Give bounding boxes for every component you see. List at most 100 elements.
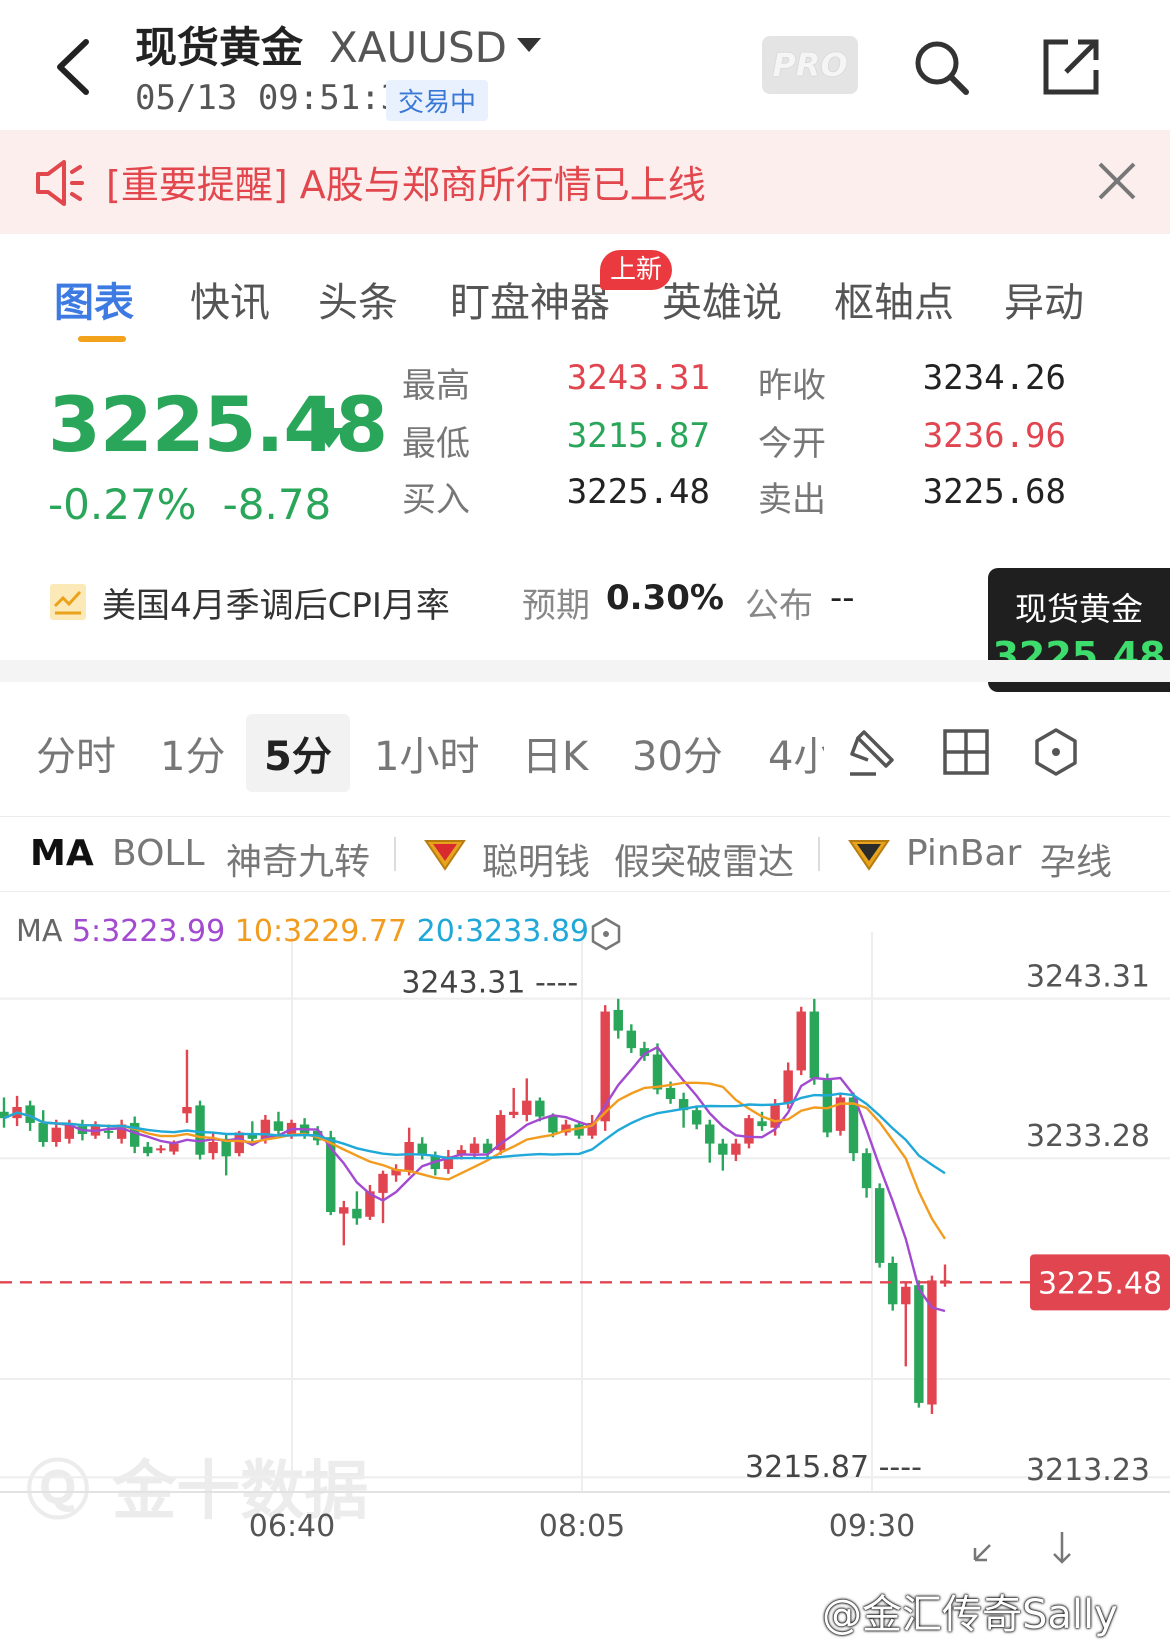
indicator-separator: [394, 837, 396, 871]
notice-text: [重要提醒] A股与郑商所行情已上线: [106, 163, 706, 207]
gem-icon: [848, 840, 890, 871]
tab-pivot-points[interactable]: 枢轴点: [834, 270, 954, 328]
ma-legend-label: MA: [16, 914, 63, 949]
ask-value: 3225.68: [922, 472, 1066, 512]
low-annotation: 3215.87 ----: [745, 1450, 922, 1485]
collapse-arrow-icon: [973, 1544, 991, 1562]
instrument-title[interactable]: 现货黄金 XAUUSD: [135, 14, 542, 75]
period-1m[interactable]: 1分: [160, 724, 225, 782]
candle-body: [757, 1121, 767, 1127]
tab-heroes[interactable]: 英雄说: [662, 270, 782, 328]
scroll-down-arrow-icon: [1053, 1532, 1071, 1564]
tab-chart[interactable]: 图表: [54, 270, 134, 328]
candlestick-chart[interactable]: Ⓠ 金十数据 3225.48 3243.31 3233.28 3213.23 3243.…: [0, 892, 1170, 1652]
high-value: 3243.31: [566, 358, 710, 398]
y-tick-label: 3213.23: [1026, 1453, 1150, 1488]
event-expected-label: 预期: [522, 586, 590, 626]
candle-body: [352, 1208, 362, 1219]
candle-body: [208, 1142, 218, 1154]
notice-banner[interactable]: [重要提醒] A股与郑商所行情已上线: [0, 130, 1170, 234]
ma-settings-icon[interactable]: [588, 916, 624, 952]
candle-body: [51, 1127, 61, 1142]
candle-body: [195, 1105, 205, 1155]
period-30m[interactable]: 30分: [632, 724, 723, 782]
candle-body: [705, 1124, 715, 1144]
indicator-boll[interactable]: BOLL: [112, 833, 205, 874]
top-bar: 现货黄金 XAUUSD 05/13 09:51:30 交易中 PRO: [0, 0, 1170, 130]
candle-body: [378, 1173, 388, 1193]
period-intraday[interactable]: 分时: [36, 724, 116, 782]
open-value: 3236.96: [922, 416, 1066, 456]
candle-body: [861, 1153, 872, 1189]
candle-body: [469, 1143, 480, 1154]
layout-grid-icon[interactable]: [940, 726, 992, 778]
tab-movers[interactable]: 异动: [1004, 270, 1084, 328]
settings-hexagon-icon[interactable]: [1030, 726, 1082, 778]
pro-button[interactable]: PRO: [762, 36, 858, 94]
candle-body: [652, 1054, 663, 1090]
x-tick-label: 09:30: [829, 1509, 915, 1544]
ask-label: 卖出: [758, 480, 826, 520]
indicator-ma[interactable]: MA: [30, 833, 94, 874]
event-chart-icon: [50, 584, 86, 620]
ma20-value: 20:3233.89: [416, 914, 589, 949]
tab-headlines[interactable]: 头条: [318, 270, 398, 328]
candle-body: [796, 1011, 806, 1071]
prev-close-value: 3234.26: [922, 358, 1066, 398]
candle-body: [38, 1122, 48, 1142]
candle-body: [339, 1207, 349, 1214]
gem-icon: [424, 840, 466, 871]
candle-body: [927, 1280, 937, 1405]
prev-close-label: 昨收: [758, 366, 826, 406]
indicator-false-breakout[interactable]: 假突破雷达: [614, 833, 794, 885]
period-daily[interactable]: 日K: [522, 724, 588, 782]
candle-body: [169, 1143, 179, 1152]
period-1h[interactable]: 1小时: [374, 724, 479, 782]
x-tick-label: 06:40: [249, 1509, 335, 1544]
indicator-td-sequential[interactable]: 神奇九转: [226, 833, 370, 885]
back-arrow-icon[interactable]: [48, 34, 98, 100]
period-5m[interactable]: 5分: [246, 714, 350, 792]
event-name[interactable]: 美国4月季调后CPI月率: [102, 578, 450, 627]
page: 现货黄金 XAUUSD 05/13 09:51:30 交易中 PRO [重要提醒]…: [0, 0, 1170, 1652]
event-expected-value: 0.30%: [606, 578, 724, 618]
floating-card-name: 现货黄金: [1014, 590, 1143, 628]
speaker-icon: [36, 160, 84, 206]
period-4h[interactable]: 4小: [768, 724, 824, 782]
tab-watch-tool[interactable]: 盯盘神器: [450, 270, 610, 328]
x-tick-label: 08:05: [539, 1509, 625, 1544]
candle-body: [535, 1100, 545, 1117]
indicator-pinbar[interactable]: PinBar: [906, 833, 1021, 874]
caret-down-icon[interactable]: [517, 37, 542, 52]
current-price-tag-label: 3225.48: [1038, 1266, 1162, 1301]
high-annotation: 3243.31 ----: [401, 966, 578, 1001]
candle-body: [665, 1087, 676, 1100]
candle-body: [234, 1132, 244, 1154]
ma10-value: 10:3229.77: [234, 914, 408, 949]
close-icon[interactable]: [1096, 160, 1138, 202]
candle-body: [874, 1188, 885, 1263]
candle-body: [914, 1285, 924, 1403]
candle-body: [548, 1116, 558, 1133]
low-label: 最低: [402, 424, 470, 464]
tab-active-indicator: [78, 336, 126, 342]
candle-body: [156, 1148, 166, 1151]
low-value: 3215.87: [566, 416, 710, 456]
instrument-symbol: XAUUSD: [329, 23, 508, 72]
bid-value: 3225.48: [566, 472, 710, 512]
candle-body: [613, 1009, 623, 1031]
instrument-name: 现货黄金: [135, 23, 304, 72]
draw-pen-icon[interactable]: [846, 726, 898, 778]
tab-flash-news[interactable]: 快讯: [190, 270, 270, 328]
candle-body: [182, 1107, 192, 1114]
indicator-inside-bar[interactable]: 孕线: [1040, 833, 1112, 885]
chart-plot[interactable]: 3225.48 3243.31 3233.28 3213.23 3243.31 ----…: [0, 892, 1170, 1652]
candle-body: [901, 1286, 911, 1305]
ma10-line: [3, 1081, 947, 1240]
share-icon[interactable]: [1040, 36, 1102, 98]
open-label: 今开: [758, 424, 826, 464]
ma5-value: 5:3223.99: [71, 914, 226, 949]
search-icon[interactable]: [912, 38, 972, 98]
section-divider: [0, 660, 1170, 682]
indicator-smart-money[interactable]: 聪明钱: [482, 833, 590, 885]
